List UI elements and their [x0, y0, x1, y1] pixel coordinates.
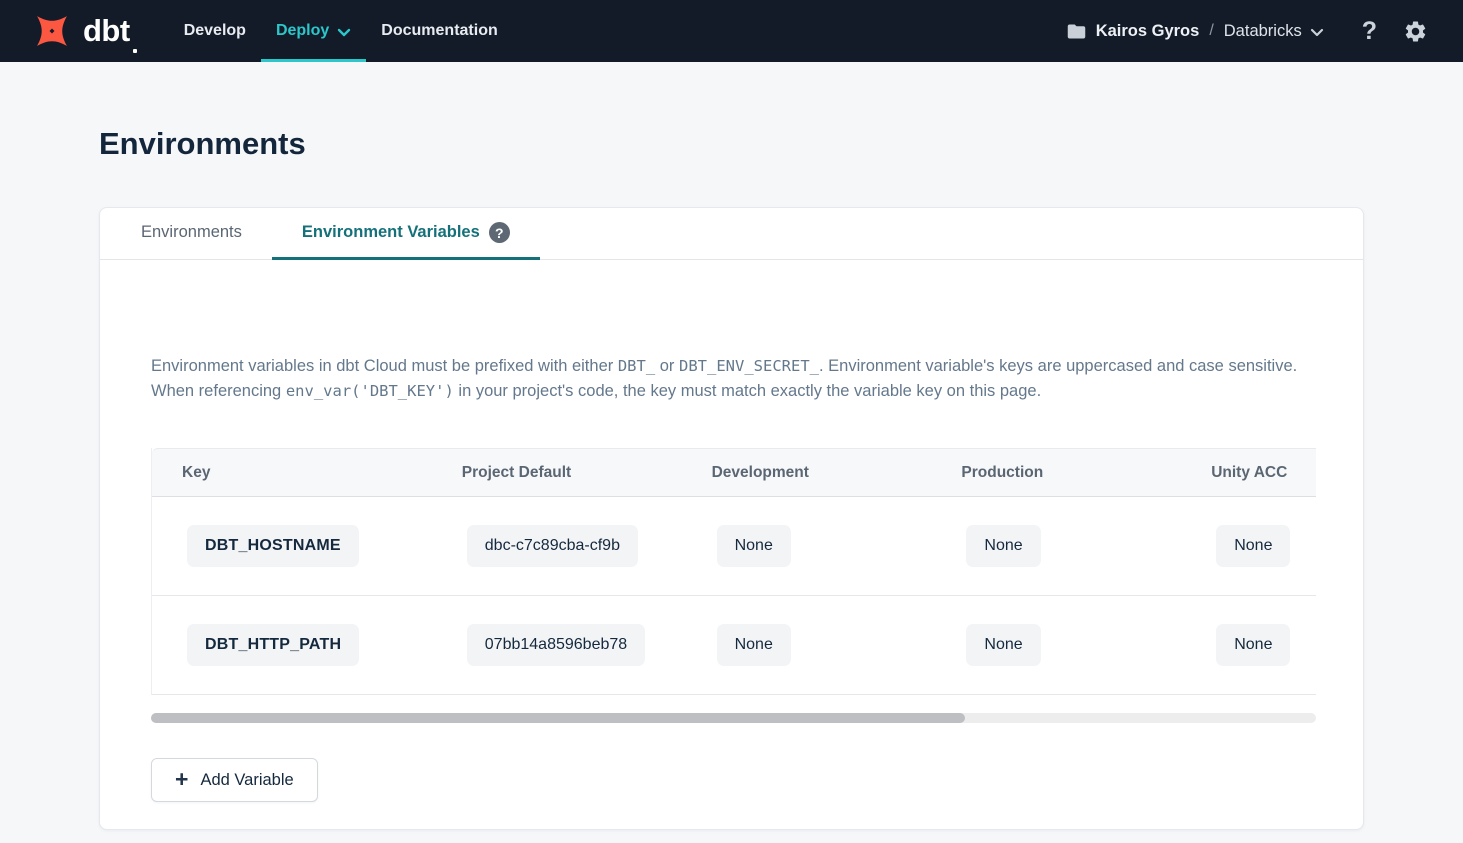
gear-icon[interactable]: [1403, 19, 1428, 44]
code-env-var-example: env_var('DBT_KEY'): [286, 382, 454, 400]
tab-environments[interactable]: Environments: [111, 208, 272, 260]
project-default-value-chip[interactable]: 07bb14a8596beb78: [467, 624, 645, 666]
table-row: DBT_HOSTNAME dbc-c7c89cba-cf9b None None…: [152, 497, 1316, 596]
page-content: Environments Environments Environment Va…: [0, 62, 1463, 830]
dbt-logo[interactable]: dbt: [30, 0, 137, 62]
nav-right-section: Kairos Gyros / Databricks ?: [1066, 0, 1428, 62]
env-vars-description: Environment variables in dbt Cloud must …: [151, 354, 1313, 404]
tab-environment-variables[interactable]: Environment Variables ?: [272, 208, 540, 260]
description-text: or: [655, 357, 679, 375]
production-value-chip[interactable]: None: [966, 525, 1040, 567]
tab-panel-environment-variables: Environment variables in dbt Cloud must …: [100, 260, 1363, 802]
help-icon[interactable]: ?: [1362, 19, 1377, 44]
variable-key-chip[interactable]: DBT_HTTP_PATH: [187, 624, 359, 666]
environment-name: Databricks: [1224, 22, 1302, 41]
project-default-value-chip[interactable]: dbc-c7c89cba-cf9b: [467, 525, 638, 567]
account-switcher[interactable]: Kairos Gyros / Databricks: [1066, 21, 1324, 42]
nav-item-develop[interactable]: Develop: [169, 0, 261, 62]
development-value-chip[interactable]: None: [717, 525, 791, 567]
horizontal-scrollbar-track[interactable]: [151, 713, 1316, 723]
brand-name: dbt: [83, 9, 130, 53]
unity-acc-value-chip[interactable]: None: [1216, 624, 1290, 666]
tab-label: Environments: [141, 223, 242, 242]
add-variable-button[interactable]: + Add Variable: [151, 758, 318, 802]
dbt-logo-icon: [30, 9, 74, 53]
add-variable-label: Add Variable: [200, 771, 293, 790]
variables-table: Key Project Default Development Producti…: [151, 448, 1316, 695]
column-header-production: Production: [931, 464, 1181, 482]
description-text: Environment variables in dbt Cloud must …: [151, 357, 618, 375]
brand-trademark-dot: [133, 49, 137, 53]
nav-item-deploy[interactable]: Deploy: [261, 0, 366, 62]
column-header-key: Key: [152, 464, 432, 482]
table-row: DBT_HTTP_PATH 07bb14a8596beb78 None None…: [152, 596, 1316, 695]
environments-card: Environments Environment Variables ? Env…: [99, 207, 1364, 830]
description-text: in your project's code, the key must mat…: [454, 382, 1041, 400]
unity-acc-value-chip[interactable]: None: [1216, 525, 1290, 567]
tab-bar: Environments Environment Variables ?: [100, 208, 1363, 260]
code-dbt-prefix: DBT_: [618, 357, 655, 375]
variable-key-chip[interactable]: DBT_HOSTNAME: [187, 525, 359, 567]
column-header-development: Development: [682, 464, 932, 482]
chevron-down-icon: [1310, 28, 1324, 37]
tab-help-icon[interactable]: ?: [489, 222, 510, 243]
horizontal-scrollbar-thumb[interactable]: [151, 713, 965, 723]
project-name: Kairos Gyros: [1096, 22, 1200, 41]
breadcrumb-separator: /: [1209, 22, 1213, 40]
nav-item-label: Develop: [184, 22, 246, 40]
nav-item-documentation[interactable]: Documentation: [366, 0, 512, 62]
primary-nav: Develop Deploy Documentation: [169, 0, 513, 62]
tab-label: Environment Variables: [302, 223, 480, 242]
table-header-row: Key Project Default Development Producti…: [152, 448, 1316, 497]
column-header-unity-acc: Unity ACC: [1181, 464, 1316, 482]
production-value-chip[interactable]: None: [966, 624, 1040, 666]
plus-icon: +: [175, 768, 188, 791]
code-dbt-env-secret-prefix: DBT_ENV_SECRET_: [679, 357, 819, 375]
nav-item-label: Documentation: [381, 22, 497, 40]
page-title: Environments: [99, 125, 1364, 163]
chevron-down-icon: [337, 28, 351, 37]
nav-item-label: Deploy: [276, 22, 329, 40]
top-nav-bar: dbt Develop Deploy Documentation Kairos …: [0, 0, 1463, 62]
folder-icon: [1066, 21, 1087, 42]
variables-table-viewport: Key Project Default Development Producti…: [151, 448, 1316, 695]
column-header-project-default: Project Default: [432, 464, 682, 482]
development-value-chip[interactable]: None: [717, 624, 791, 666]
